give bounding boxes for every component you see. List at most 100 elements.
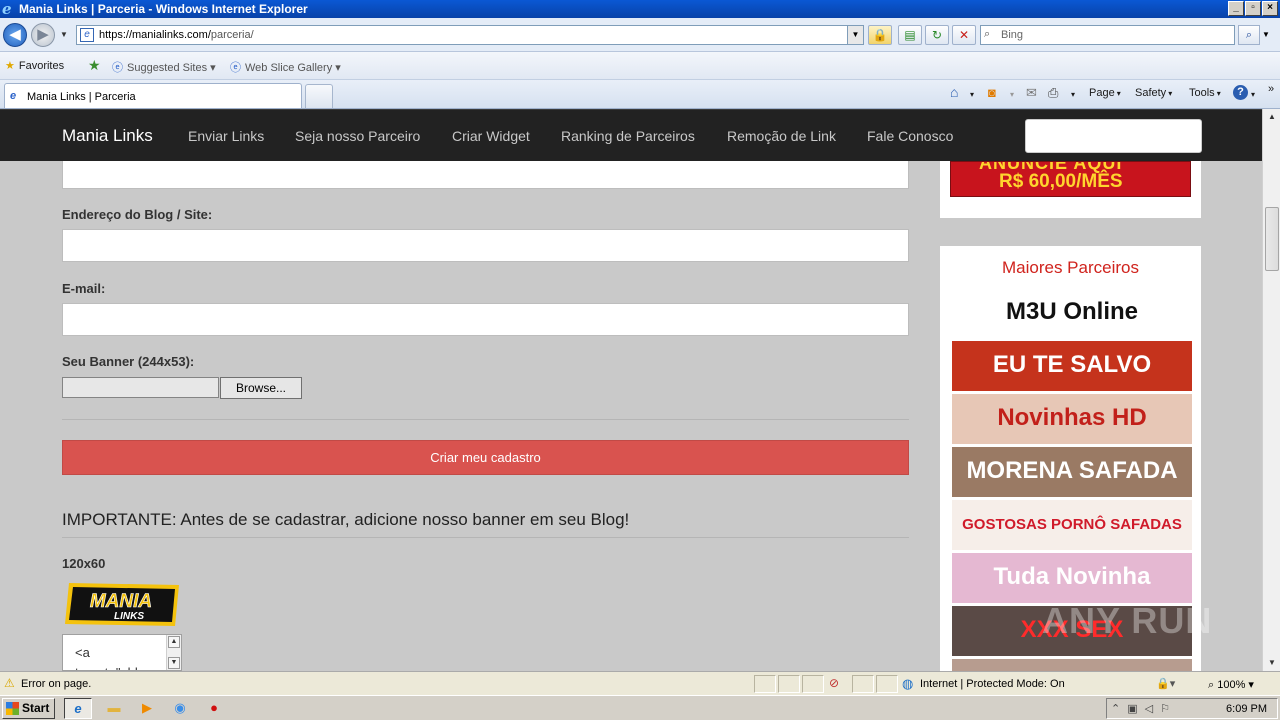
page-menu-label: Page [1089,87,1115,99]
address-dropdown-icon[interactable]: ▼ [847,26,863,44]
partner-banner[interactable]: M3U Online [952,288,1192,338]
page-icon: e [80,28,94,42]
partner-banner-text: GOSTOSAS PORNÔ SAFADAS [962,516,1182,533]
address-bar[interactable]: e https://manialinks.com/parceria/ ▼ [76,25,864,45]
bing-icon: ⌕ [984,28,991,40]
print-dropdown-icon[interactable]: ▾ [1071,90,1075,99]
nav-ranking-parceiros[interactable]: Ranking de Parceiros [561,128,695,144]
taskbar-ie-icon[interactable]: e [64,698,92,719]
new-tab-button[interactable] [305,84,333,108]
popup-blocked-icon[interactable]: ⊘ [829,676,839,690]
nav-criar-widget[interactable]: Criar Widget [452,128,530,144]
banner-code-textarea[interactable]: <a target="_bla ▲ ▼ [62,634,182,671]
page-scrollbar[interactable]: ▲ ▼ [1262,109,1280,671]
zoom-icon: ⌕ [1208,679,1215,691]
taskbar-folder-icon[interactable]: ▬ [100,698,128,719]
back-button[interactable]: ◀ [3,23,27,47]
close-window-button[interactable]: × [1262,1,1278,16]
nav-remocao-link[interactable]: Remoção de Link [727,128,836,144]
chevron-more-icon[interactable]: » [1268,83,1274,95]
add-to-favorites-bar-icon[interactable]: ★ [88,57,101,74]
scroll-down-icon[interactable]: ▼ [1264,655,1280,671]
forward-button[interactable]: ▶ [31,23,55,47]
search-options-dropdown-icon[interactable]: ▼ [1262,30,1270,39]
textarea-scrollbar[interactable]: ▲ ▼ [166,635,181,670]
nav-enviar-links[interactable]: Enviar Links [188,128,264,144]
clock[interactable]: 6:09 PM [1226,703,1267,715]
partner-banner[interactable]: Novinhas HD [952,394,1192,444]
safety-menu[interactable]: Safety ▾ [1135,87,1172,99]
create-account-button[interactable]: Criar meu cadastro [62,440,909,475]
ie-tab-icon: e [10,90,17,102]
feeds-dropdown-icon[interactable]: ▾ [1010,90,1014,99]
tray-icons[interactable]: ⌃▣◁⚐ [1111,702,1177,715]
site-brand[interactable]: Mania Links [62,126,153,146]
search-input[interactable]: ⌕ Bing [980,25,1235,45]
url-host: https://manialinks.com/ [99,29,211,41]
partner-banner[interactable]: EU TE SALVO [952,341,1192,391]
scrollbar-thumb[interactable] [1265,207,1279,271]
nav-fale-conosco[interactable]: Fale Conosco [867,128,953,144]
tools-menu-label: Tools [1189,87,1215,99]
maximize-button[interactable]: ▫ [1245,1,1261,16]
stop-icon[interactable]: ✕ [952,25,976,45]
recent-pages-dropdown-icon[interactable]: ▼ [60,30,68,39]
start-label: Start [22,701,50,715]
partner-banner-text: Tuda Novinha [993,563,1151,590]
email-field[interactable] [62,303,909,336]
help-dropdown-icon[interactable]: ▾ [1251,90,1255,99]
advertise-banner[interactable]: ANUNCIE AQUI R$ 60,00/MÊS [950,161,1191,197]
taskbar-stop-icon[interactable]: ● [200,698,228,719]
site-navbar: Mania Links Enviar Links Seja nosso Parc… [0,109,1262,161]
form-divider [62,419,909,420]
favorites-button[interactable]: ★ Favorites [5,59,64,72]
home-dropdown-icon[interactable]: ▾ [970,90,974,99]
tools-menu[interactable]: Tools ▾ [1189,87,1221,99]
suggested-sites-button[interactable]: ⓔ Suggested Sites ▾ [112,59,216,75]
internet-zone-icon: ◍ [902,676,914,691]
warning-icon[interactable]: ⚠ [4,676,15,690]
search-icon[interactable]: ⌕ [1238,25,1260,45]
code-line-2: target="_bla [75,663,145,670]
scroll-down-icon[interactable]: ▼ [168,657,180,669]
partner-banner[interactable]: Tuda Novinha [952,553,1192,603]
feeds-icon[interactable]: ◙ [988,85,996,100]
page-menu[interactable]: Page ▾ [1089,87,1121,99]
refresh-icon[interactable]: ↻ [925,25,949,45]
site-search-input[interactable] [1025,119,1202,153]
tab-mania-links[interactable]: e Mania Links | Parceria [4,83,302,108]
window-title: Mania Links | Parceria - Windows Interne… [19,2,308,16]
scroll-up-icon[interactable]: ▲ [168,636,180,648]
star-icon: ★ [5,60,15,72]
tab-bar: e Mania Links | Parceria ⌂ ▾ ◙ ▾ ✉ ⎙ ▾ P… [0,80,1280,109]
taskbar-media-player-icon[interactable]: ▶ [133,698,161,719]
important-notice: IMPORTANTE: Antes de se cadastrar, adici… [62,510,630,529]
help-icon[interactable]: ? [1233,85,1248,100]
read-mail-icon[interactable]: ✉ [1026,85,1037,101]
error-on-page-text[interactable]: Error on page. [21,678,91,690]
logo-word-links: LINKS [114,611,144,622]
web-slice-gallery-button[interactable]: ⓔ Web Slice Gallery ▾ [230,59,341,75]
minimize-button[interactable]: _ [1228,1,1244,16]
favorites-label: Favorites [18,60,65,72]
partner-banner[interactable]: GOSTOSAS PORNÔ SAFADAS [952,500,1192,550]
start-button[interactable]: Start [2,698,55,719]
suggested-sites-label: Suggested Sites [127,62,208,74]
lock-icon[interactable]: 🔒 [868,25,892,45]
nav-seja-parceiro[interactable]: Seja nosso Parceiro [295,128,420,144]
partner-banner-text: EU TE SALVO [992,351,1152,378]
page-viewport: Endereço do Blog / Site: E-mail: Seu Ban… [0,109,1262,671]
partner-banner[interactable] [952,659,1192,671]
print-icon[interactable]: ⎙ [1048,85,1058,101]
partner-banner[interactable]: MORENA SAFADA [952,447,1192,497]
compatibility-view-icon[interactable]: ▤ [898,25,922,45]
home-icon[interactable]: ⌂ [950,84,958,100]
taskbar-chrome-icon[interactable]: ◉ [166,698,194,719]
blog-address-field[interactable] [62,229,909,262]
address-url[interactable]: https://manialinks.com/parceria/ [99,29,254,41]
protected-mode-icon[interactable]: 🔒▾ [1156,677,1175,690]
zoom-level[interactable]: ⌕ 100% ▾ [1208,678,1254,692]
banner-file-input[interactable] [62,377,219,398]
browse-button[interactable]: Browse... [220,377,302,399]
scroll-up-icon[interactable]: ▲ [1264,109,1280,125]
